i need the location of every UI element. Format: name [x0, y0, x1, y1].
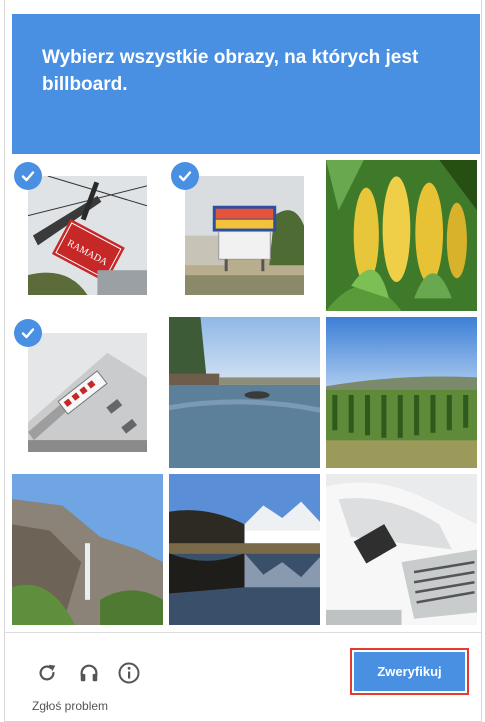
info-icon[interactable] — [114, 658, 144, 688]
tile-image-river — [169, 317, 320, 468]
footer-divider — [5, 632, 481, 633]
challenge-header: Wybierz wszystkie obrazy, na których jes… — [12, 14, 480, 154]
selected-check-icon — [14, 162, 42, 190]
verify-button-highlight: Zweryfikuj — [350, 648, 469, 695]
reload-icon[interactable] — [32, 658, 62, 688]
grid-tile-8[interactable] — [169, 474, 320, 625]
image-grid: RAMADA — [12, 160, 480, 626]
grid-tile-9[interactable] — [326, 474, 477, 625]
grid-tile-7[interactable] — [12, 474, 163, 625]
tile-image-vineyard — [326, 317, 477, 468]
audio-icon[interactable] — [74, 658, 104, 688]
report-problem-link[interactable]: Zgłoś problem — [32, 699, 108, 713]
tile-image-corn — [326, 160, 477, 311]
selected-check-icon — [14, 319, 42, 347]
selected-check-icon — [171, 162, 199, 190]
grid-tile-2[interactable] — [169, 160, 320, 311]
grid-tile-1[interactable]: RAMADA — [12, 160, 163, 311]
grid-tile-4[interactable] — [12, 317, 163, 468]
challenge-instruction: Wybierz wszystkie obrazy, na których jes… — [42, 44, 454, 98]
tile-image-white-truck — [326, 474, 477, 625]
grid-tile-5[interactable] — [169, 317, 320, 468]
tile-image-billboard — [185, 176, 304, 295]
tile-image-lake-mountains — [169, 474, 320, 625]
tile-image-building-signs — [28, 333, 147, 452]
grid-tile-6[interactable] — [326, 317, 477, 468]
instruction-text: Wybierz wszystkie obrazy, na których jes… — [42, 47, 419, 68]
grid-tile-3[interactable] — [326, 160, 477, 311]
tile-image-cliff-waterfall — [12, 474, 163, 625]
instruction-target: billboard. — [42, 74, 128, 95]
tile-image-ramada-sign: RAMADA — [28, 176, 147, 295]
verify-button[interactable]: Zweryfikuj — [354, 652, 465, 691]
